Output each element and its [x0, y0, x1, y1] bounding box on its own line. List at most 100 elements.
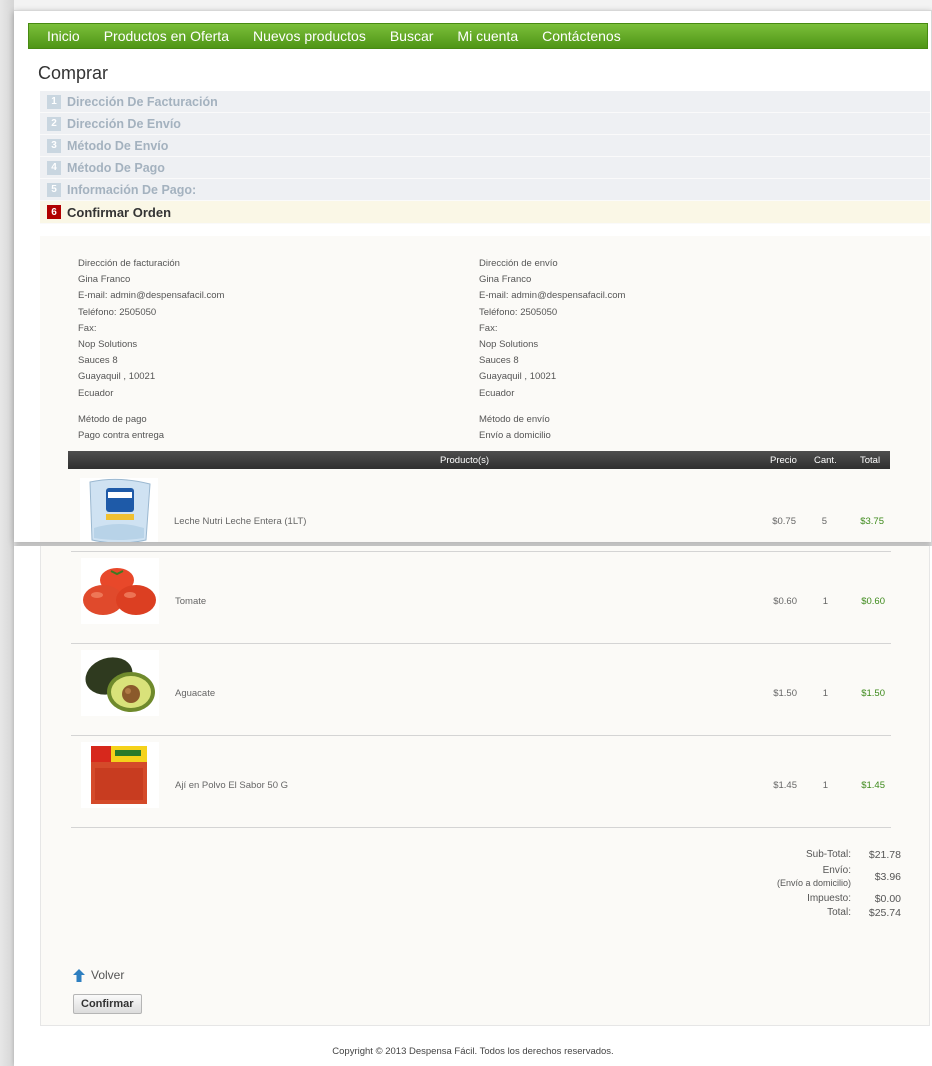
order-totals: Sub-Total: $21.78 Envío: (Envío a domici… — [777, 846, 901, 922]
confirm-button[interactable]: Confirmar — [73, 994, 142, 1014]
step-number: 2 — [47, 116, 61, 131]
step-payment-info[interactable]: 5 Información De Pago: — [40, 179, 930, 201]
step-label: Información De Pago: — [67, 182, 197, 197]
product-qty: 1 — [822, 596, 828, 607]
step-label: Método De Envío — [67, 138, 169, 153]
confirm-order-panel-continued: Tomate $0.60 1 $0.60 Aguacate $1.50 1 $1… — [40, 546, 930, 1026]
arrow-up-icon — [73, 968, 85, 982]
shipping-phone: Teléfono: 2505050 — [479, 306, 558, 318]
cart-row-milk: Leche Nutri Leche Entera (1LT) $0.75 5 $… — [70, 472, 890, 542]
product-name[interactable]: Aguacate — [175, 688, 215, 699]
avocado-image — [81, 650, 159, 716]
product-name[interactable]: Tomate — [175, 596, 206, 607]
shipping-city: Guayaquil , 10021 — [479, 371, 557, 383]
header-qty: Cant. — [814, 455, 837, 466]
tomato-image — [81, 558, 159, 624]
product-name[interactable]: Leche Nutri Leche Entera (1LT) — [174, 516, 306, 527]
shipping-email: E-mail: admin@despensafacil.com — [479, 290, 626, 302]
billing-company: Nop Solutions — [78, 339, 138, 351]
nav-search[interactable]: Buscar — [390, 28, 434, 44]
header-product: Producto(s) — [440, 455, 490, 466]
step-label: Dirección De Envío — [67, 116, 181, 131]
product-total: $1.45 — [861, 780, 885, 791]
shipping-country: Ecuador — [479, 387, 515, 399]
left-window-edge — [0, 0, 14, 1066]
checkout-bottom-section: Tomate $0.60 1 $0.60 Aguacate $1.50 1 $1… — [14, 546, 932, 1066]
shipping-name: Gina Franco — [479, 274, 532, 286]
shipping-label-block: Envío: (Envío a domicilio) — [777, 864, 851, 890]
billing-street: Sauces 8 — [78, 355, 118, 367]
cart-row-chili-powder: Ají en Polvo El Sabor 50 G $1.45 1 $1.45 — [71, 736, 891, 828]
billing-heading: Dirección de facturación — [78, 258, 180, 269]
step-label: Método De Pago — [67, 160, 165, 175]
subtotal-line: Sub-Total: $21.78 — [777, 846, 901, 864]
product-name[interactable]: Ají en Polvo El Sabor 50 G — [175, 780, 288, 791]
page-title: Comprar — [38, 63, 109, 83]
nav-offers[interactable]: Productos en Oferta — [104, 28, 229, 44]
shipping-method-value: Envío a domicilio — [479, 430, 551, 442]
billing-country: Ecuador — [78, 387, 114, 399]
shipping-street: Sauces 8 — [479, 355, 519, 367]
billing-city: Guayaquil , 10021 — [78, 371, 156, 383]
top-nav: Inicio Productos en Oferta Nuevos produc… — [28, 23, 928, 49]
payment-method-value: Pago contra entrega — [78, 430, 165, 442]
shipping-method-heading: Método de envío — [479, 413, 550, 425]
product-qty: 5 — [821, 516, 827, 527]
total-value: $25.74 — [868, 907, 901, 919]
step-shipping-address[interactable]: 2 Dirección De Envío — [40, 113, 930, 135]
billing-fax: Fax: — [78, 322, 97, 334]
product-total: $1.50 — [861, 688, 885, 699]
checkout-steps: 1 Dirección De Facturación 2 Dirección D… — [40, 91, 930, 224]
product-total: $0.60 — [861, 596, 885, 607]
header-total: Total — [860, 455, 881, 466]
product-qty: 1 — [822, 688, 828, 699]
total-label: Total: — [827, 907, 851, 918]
cart-table-header: Producto(s) Precio Cant. Total — [68, 451, 890, 469]
chili-powder-image — [81, 742, 159, 808]
back-label: Volver — [91, 968, 125, 982]
step-number: 6 — [47, 205, 61, 219]
nav-new-products[interactable]: Nuevos productos — [253, 28, 366, 44]
shipping-cost-label: Envío: — [822, 865, 851, 876]
product-qty: 1 — [822, 780, 828, 791]
product-price: $0.75 — [772, 516, 796, 527]
billing-email: E-mail: admin@despensafacil.com — [78, 290, 225, 302]
step-number: 4 — [47, 160, 61, 175]
step-shipping-method[interactable]: 3 Método De Envío — [40, 135, 930, 157]
product-price: $1.45 — [773, 780, 797, 791]
step-confirm-order[interactable]: 6 Confirmar Orden — [40, 201, 930, 224]
confirm-order-panel: Dirección de facturación Gina Franco E-m… — [40, 236, 930, 542]
billing-address-block: Dirección de facturación Gina Franco E-m… — [78, 256, 224, 444]
checkout-top-section: Inicio Productos en Oferta Nuevos produc… — [14, 10, 932, 542]
shipping-address-block: Dirección de envío Gina Franco E-mail: a… — [479, 256, 625, 444]
header-price: Precio — [770, 455, 797, 466]
subtotal-label: Sub-Total: — [805, 849, 851, 860]
product-price: $1.50 — [773, 688, 797, 699]
step-label: Confirmar Orden — [67, 204, 172, 220]
nav-my-account[interactable]: Mi cuenta — [457, 28, 518, 44]
back-link[interactable]: Volver — [73, 968, 124, 982]
billing-name: Gina Franco — [78, 274, 131, 286]
shipping-cost-method: (Envío a domicilio) — [776, 878, 851, 888]
shipping-heading: Dirección de envío — [479, 258, 558, 269]
subtotal-value: $21.78 — [868, 849, 901, 861]
milk-bag-image — [80, 478, 158, 542]
step-billing-address[interactable]: 1 Dirección De Facturación — [40, 91, 930, 113]
footer-copyright: Copyright © 2013 Despensa Fácil. Todos l… — [332, 1046, 614, 1057]
step-number: 3 — [47, 138, 61, 153]
cart-row-avocado: Aguacate $1.50 1 $1.50 — [71, 644, 891, 736]
shipping-fax: Fax: — [479, 322, 498, 334]
shipping-line: Envío: (Envío a domicilio) $3.96 — [777, 864, 901, 890]
nav-contact[interactable]: Contáctenos — [542, 28, 621, 44]
shipping-company: Nop Solutions — [479, 339, 539, 351]
nav-home[interactable]: Inicio — [47, 28, 80, 44]
step-payment-method[interactable]: 4 Método De Pago — [40, 157, 930, 179]
billing-phone: Teléfono: 2505050 — [78, 306, 157, 318]
total-line: Total: $25.74 — [777, 904, 901, 922]
cart-row-tomato: Tomate $0.60 1 $0.60 — [71, 552, 891, 644]
step-number: 1 — [47, 94, 61, 109]
step-number: 5 — [47, 182, 61, 197]
payment-method-heading: Método de pago — [78, 413, 147, 425]
product-total: $3.75 — [860, 516, 884, 527]
product-price: $0.60 — [773, 596, 797, 607]
